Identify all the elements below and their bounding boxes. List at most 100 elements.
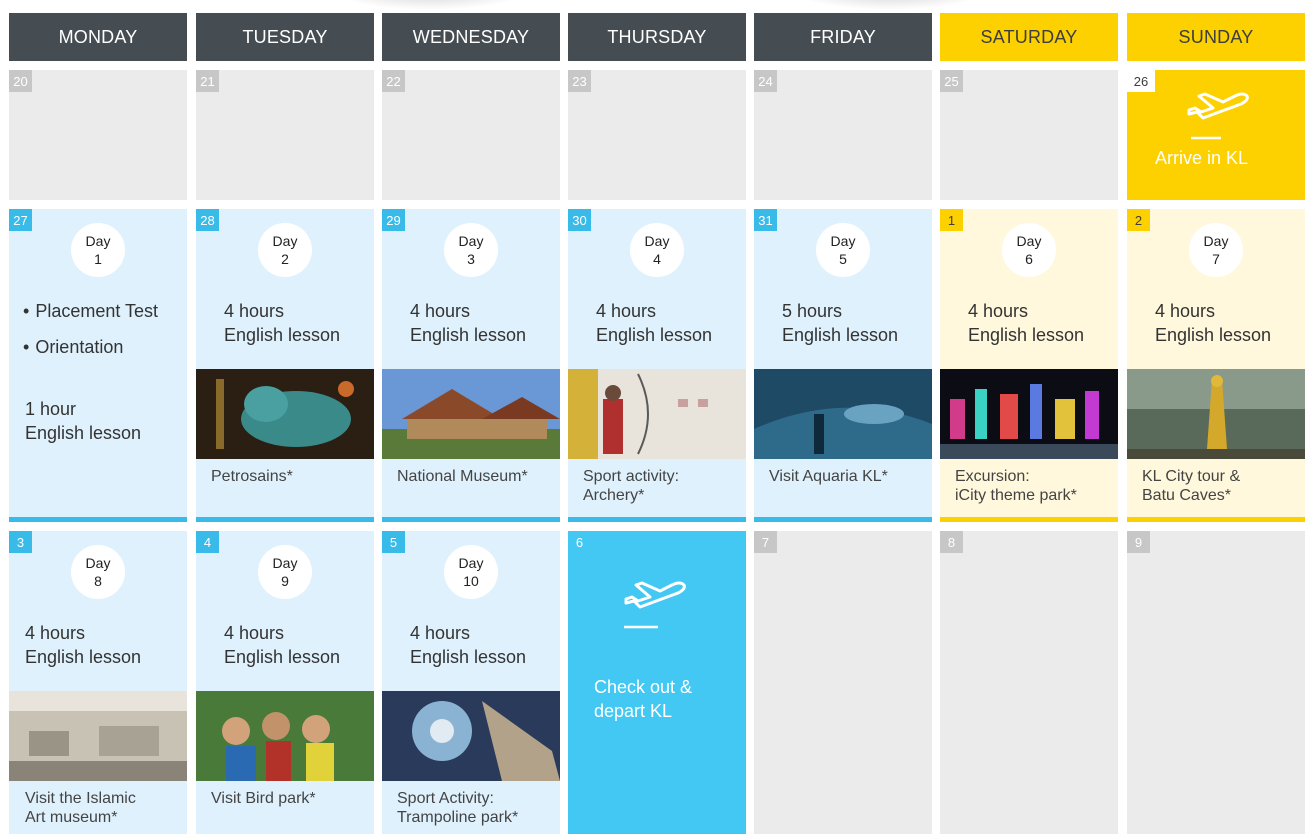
header-wednesday: WEDNESDAY (382, 13, 560, 61)
day-badge: Day 3 (444, 223, 498, 277)
lesson-text: 5 hours English lesson (782, 301, 899, 345)
calendar-cell-day4[interactable]: 30 Day 4 4 hours English lesson Sport acti… (568, 209, 746, 522)
header-friday: FRIDAY (754, 13, 932, 61)
depart-label: Check out & depart KL (594, 677, 693, 721)
calendar-cell-day2[interactable]: 28 Day 2 4 hours English lesson Petrosains… (196, 209, 374, 522)
day-badge: Day 8 (71, 545, 125, 599)
date-label: 2 (1127, 209, 1150, 231)
lesson-text: 4 hours English lesson (25, 623, 142, 667)
date-label: 21 (196, 70, 219, 92)
date-label: 28 (196, 209, 219, 231)
calendar-cell-day5[interactable]: 31 Day 5 5 hours English lesson Visit Aqua… (754, 209, 932, 522)
date-label: 30 (568, 209, 591, 231)
day-badge: Day 1 (71, 223, 125, 277)
aquaria-photo (754, 369, 932, 459)
date-label: 8 (940, 531, 963, 553)
day-badge: Day 2 (258, 223, 312, 277)
header-sunday: SUNDAY (1127, 13, 1305, 61)
national-museum-photo (382, 369, 560, 459)
date-label: 31 (754, 209, 777, 231)
date-label: 6 (575, 534, 584, 550)
lesson-text: 4 hours English lesson (224, 301, 341, 345)
day-badge: Day 9 (258, 545, 312, 599)
date-label: 26 (1127, 70, 1155, 92)
icity-photo (940, 369, 1118, 459)
date-label: 25 (940, 70, 963, 92)
lesson-text: 4 hours English lesson (410, 301, 527, 345)
day-badge: Day 4 (630, 223, 684, 277)
calendar-cell-day10[interactable]: 5 Day 10 4 hours English lesson Sport Acti… (382, 531, 560, 834)
date-label: 20 (9, 70, 32, 92)
day-number: 3 (467, 251, 475, 267)
calendar-cell-day3[interactable]: 29 Day 3 4 hours English lesson National M… (382, 209, 560, 522)
lesson-text: 4 hours English lesson (224, 623, 341, 667)
lesson-text: 4 hours English lesson (968, 301, 1085, 345)
activity-caption: Petrosains* (211, 468, 293, 485)
day-badge: Day 5 (816, 223, 870, 277)
archery-photo (568, 369, 746, 459)
day-number: 2 (281, 251, 289, 267)
decorative-shadow (330, 0, 530, 10)
calendar-cell-day9[interactable]: 4 Day 9 4 hours English lesson Visit Bird … (196, 531, 374, 834)
date-label: 7 (754, 531, 777, 553)
date-label: 9 (1127, 531, 1150, 553)
date-label: 3 (9, 531, 32, 553)
date-label: 5 (382, 531, 405, 553)
airplane-icon (1187, 92, 1249, 140)
date-label: 23 (568, 70, 591, 92)
calendar-cell-departure[interactable]: 6 Check out & depart KL (568, 531, 746, 834)
calendar-cell-day7[interactable]: 2 Day 7 4 hours English lesson KL City tou… (1127, 209, 1305, 522)
day-badge: Day 6 (1002, 223, 1056, 277)
airplane-icon (624, 581, 686, 629)
activity-caption: Excursion: iCity theme park* (955, 468, 1077, 504)
calendar-cell[interactable]: 20 (9, 70, 187, 200)
day-badge: Day 10 (444, 545, 498, 599)
activity-caption: Sport Activity: Trampoline park* (397, 790, 519, 826)
header-saturday: SATURDAY (940, 13, 1118, 61)
date-label: 24 (754, 70, 777, 92)
batu-caves-photo (1127, 369, 1305, 459)
activity-list: • Placement Test • Orientation (23, 299, 158, 371)
day-number: 5 (839, 251, 847, 267)
activity-caption: Visit Aquaria KL* (769, 468, 888, 485)
date-label: 4 (196, 531, 219, 553)
calendar-cell[interactable]: 7 (754, 531, 932, 834)
calendar-cell[interactable]: 8 (940, 531, 1118, 834)
activity-caption: National Museum* (397, 468, 528, 485)
calendar-cell[interactable]: 9 (1127, 531, 1305, 834)
calendar-cell-arrival[interactable]: 26 Arrive in KL (1127, 70, 1305, 200)
islamic-art-museum-photo (9, 691, 187, 781)
day-number: 8 (94, 573, 102, 589)
day-word: Day (85, 233, 111, 249)
calendar-cell-day1[interactable]: 27 Day 1 • Placement Test • Orientation 1 … (9, 209, 187, 522)
list-item: • Orientation (23, 337, 124, 357)
calendar-cell[interactable]: 25 (940, 70, 1118, 200)
lesson-text: 4 hours English lesson (410, 623, 527, 667)
activity-caption: Sport activity: Archery* (583, 468, 680, 504)
header-monday: MONDAY (9, 13, 187, 61)
bird-park-photo (196, 691, 374, 781)
calendar-cell-day6[interactable]: 1 Day 6 4 hours English lesson Excursion: i… (940, 209, 1118, 522)
day-badge: Day 7 (1189, 223, 1243, 277)
day-number: 10 (463, 573, 479, 589)
calendar-cell-day8[interactable]: 3 Day 8 4 hours English lesson Visit the I… (9, 531, 187, 834)
lesson-text: 1 hour English lesson (25, 399, 142, 443)
header-thursday: THURSDAY (568, 13, 746, 61)
decorative-shadow (790, 0, 990, 10)
calendar-cell[interactable]: 22 (382, 70, 560, 200)
day-number: 9 (281, 573, 289, 589)
calendar-cell[interactable]: 21 (196, 70, 374, 200)
day-number: 1 (94, 251, 102, 267)
trampoline-park-photo (382, 691, 560, 781)
lesson-text: 4 hours English lesson (596, 301, 713, 345)
day-number: 6 (1025, 251, 1033, 267)
petrosains-photo (196, 369, 374, 459)
arrive-label: Arrive in KL (1155, 148, 1249, 168)
date-label: 22 (382, 70, 405, 92)
lesson-text: 4 hours English lesson (1155, 301, 1272, 345)
calendar-cell[interactable]: 23 (568, 70, 746, 200)
activity-caption: Visit Bird park* (211, 790, 316, 807)
date-label: 1 (940, 209, 963, 231)
calendar-cell[interactable]: 24 (754, 70, 932, 200)
list-item: • Placement Test (23, 301, 159, 321)
